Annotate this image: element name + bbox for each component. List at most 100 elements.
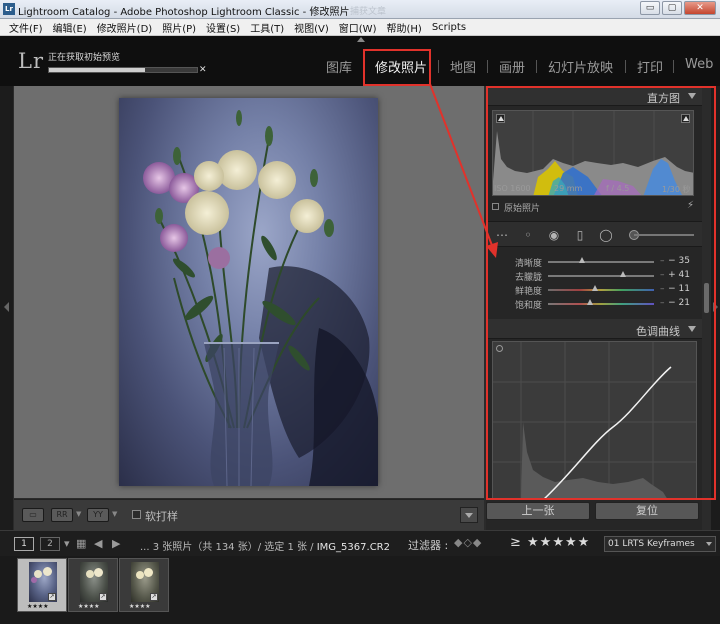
primary-screen-button[interactable]: 1 (14, 537, 34, 551)
menu-view[interactable]: 视图(V) (289, 20, 334, 35)
clarity-slider-knob[interactable] (579, 257, 586, 263)
saturation-dash: – (660, 298, 665, 308)
tone-curve-svg (493, 342, 696, 498)
aperture-value: f / 4.5 (606, 184, 630, 193)
before-after-split-button[interactable]: YY (87, 508, 109, 522)
filmstrip-bar: 1 2 ▾ ▦ ◀ ▶ ... 3 张照片（共 134 张）/ 选定 1 张 /… (0, 530, 720, 556)
menu-window[interactable]: 窗口(W) (334, 20, 382, 35)
photo-canvas (14, 86, 484, 498)
focal-length: 29 mm (554, 184, 583, 193)
saturation-slider-knob[interactable] (586, 299, 593, 305)
module-develop[interactable]: 修改照片 (375, 57, 427, 76)
breadcrumb[interactable]: ... 3 张照片（共 134 张）/ 选定 1 张 / IMG_5367.CR… (140, 538, 390, 553)
before-after-dropdown-icon[interactable]: ▼ (76, 510, 81, 518)
flower-shape (144, 568, 153, 577)
menu-file[interactable]: 文件(F) (4, 20, 48, 35)
slider-row-clarity: 清晰度 – − 35 (486, 255, 702, 269)
vibrance-slider-knob[interactable] (592, 285, 599, 291)
graduated-filter-icon[interactable]: ▯ (572, 227, 588, 243)
flag-filter-icons[interactable]: ◆◇◆ (454, 536, 482, 549)
clarity-value[interactable]: − 35 (668, 256, 690, 266)
module-map[interactable]: 地图 (450, 57, 476, 76)
dehaze-value[interactable]: + 41 (668, 270, 690, 280)
collapse-top-panel-icon[interactable] (357, 37, 365, 42)
filmstrip-thumbnail[interactable]: ↗ ★★★★ (17, 558, 67, 612)
filmstrip-thumbnail[interactable]: ↗ ★★★★ (68, 558, 118, 612)
module-picker: 图库 修改照片 地图 画册 幻灯片放映 打印 Web (0, 57, 720, 77)
right-panel-scrollbar[interactable] (702, 86, 711, 498)
shadow-clipping-toggle[interactable] (496, 114, 505, 123)
lightning-icon[interactable]: ⚡ (687, 200, 694, 211)
saturation-slider-track[interactable] (548, 303, 654, 305)
crop-overlay-icon[interactable]: ⋯ (494, 227, 510, 243)
highlight-clipping-toggle[interactable] (681, 114, 690, 123)
toolbar-menu-button[interactable] (460, 507, 478, 523)
triangle-icon (683, 116, 689, 121)
filmstrip-thumbnail[interactable]: ↗ ★★★★ (119, 558, 169, 612)
module-print[interactable]: 打印 (637, 57, 663, 76)
dehaze-slider-knob[interactable] (619, 271, 626, 277)
menu-scripts[interactable]: Scripts (427, 22, 471, 33)
menu-settings[interactable]: 设置(S) (201, 20, 245, 35)
module-book[interactable]: 画册 (499, 57, 525, 76)
loupe-view-button[interactable]: ▭ (22, 508, 44, 522)
module-web[interactable]: Web (685, 57, 713, 72)
spot-removal-icon[interactable]: ◦ (520, 227, 536, 243)
reset-button[interactable]: 复位 (595, 502, 699, 520)
dehaze-slider-track[interactable] (548, 275, 654, 277)
right-panel: 直方图 ISO 1600 29 mm f / 4.5 1/30 秒 原始照片 ⚡… (486, 86, 702, 530)
histogram-header[interactable]: 直方图 (486, 86, 702, 106)
vibrance-value[interactable]: − 11 (668, 284, 690, 294)
clarity-label: 清晰度 (514, 259, 542, 269)
module-slideshow[interactable]: 幻灯片放映 (548, 57, 613, 76)
dropdown-icon[interactable]: ▾ (64, 537, 70, 550)
menu-help[interactable]: 帮助(H) (381, 20, 426, 35)
back-arrow-icon[interactable]: ◀ (94, 537, 102, 550)
filter-label: 过滤器 : (408, 539, 449, 552)
tone-curve-header[interactable]: 色调曲线 (486, 319, 702, 339)
grid-icon[interactable]: ▦ (76, 537, 86, 550)
tone-curve-graph[interactable] (492, 341, 697, 499)
menu-edit[interactable]: 编辑(E) (48, 20, 92, 35)
right-panel-edge[interactable] (711, 86, 720, 530)
scrollbar-thumb[interactable] (704, 283, 709, 313)
radial-filter-icon[interactable]: ◯ (598, 227, 614, 243)
slider-row-saturation: 饱和度 – − 21 (486, 297, 702, 311)
red-eye-icon[interactable]: ◉ (546, 227, 562, 243)
collapse-histogram-icon[interactable] (688, 93, 696, 99)
module-separator (363, 60, 364, 73)
left-panel-edge[interactable] (0, 86, 13, 530)
close-button[interactable]: ✕ (684, 1, 716, 15)
collapse-tone-curve-icon[interactable] (688, 326, 696, 332)
filter-preset-dropdown[interactable]: 01 LRTS Keyframes (604, 536, 716, 552)
module-library[interactable]: 图库 (326, 57, 352, 76)
menu-develop[interactable]: 修改照片(D) (92, 20, 158, 35)
saturation-value[interactable]: − 21 (668, 298, 690, 308)
photo-preview[interactable] (119, 98, 378, 486)
secondary-screen-button[interactable]: 2 (40, 537, 60, 551)
minimize-button[interactable]: ▭ (640, 1, 660, 15)
menu-tools[interactable]: 工具(T) (245, 20, 289, 35)
soft-proofing-checkbox[interactable] (132, 510, 141, 519)
expand-left-panel-icon[interactable] (4, 302, 9, 312)
maximize-button[interactable]: ▢ (662, 1, 682, 15)
split-dropdown-icon[interactable]: ▼ (112, 510, 117, 518)
vibrance-slider-track[interactable] (548, 289, 654, 291)
original-photo-checkbox[interactable] (492, 203, 499, 210)
lightroom-window: Lr Lightroom Catalog - Adobe Photoshop L… (0, 0, 720, 624)
chevron-down-icon (465, 513, 473, 518)
forward-arrow-icon[interactable]: ▶ (112, 537, 120, 550)
collapse-right-panel-icon[interactable] (713, 302, 718, 312)
exif-info: ISO 1600 29 mm f / 4.5 1/30 秒 (492, 184, 694, 196)
flower-shape (43, 567, 52, 576)
clarity-dash: – (660, 256, 665, 266)
clarity-slider-track[interactable] (548, 261, 654, 263)
rating-filter[interactable]: ≥ ★★★★★ (510, 535, 590, 550)
targeted-adjustment-icon[interactable] (496, 345, 503, 352)
menu-photo[interactable]: 照片(P) (157, 20, 201, 35)
title-bar: Lr Lightroom Catalog - Adobe Photoshop L… (0, 0, 720, 19)
previous-button[interactable]: 上一张 (486, 502, 590, 520)
brush-slider-track[interactable] (634, 234, 694, 236)
before-after-button[interactable]: RR (51, 508, 73, 522)
window-title: Lightroom Catalog - Adobe Photoshop Ligh… (18, 7, 350, 18)
